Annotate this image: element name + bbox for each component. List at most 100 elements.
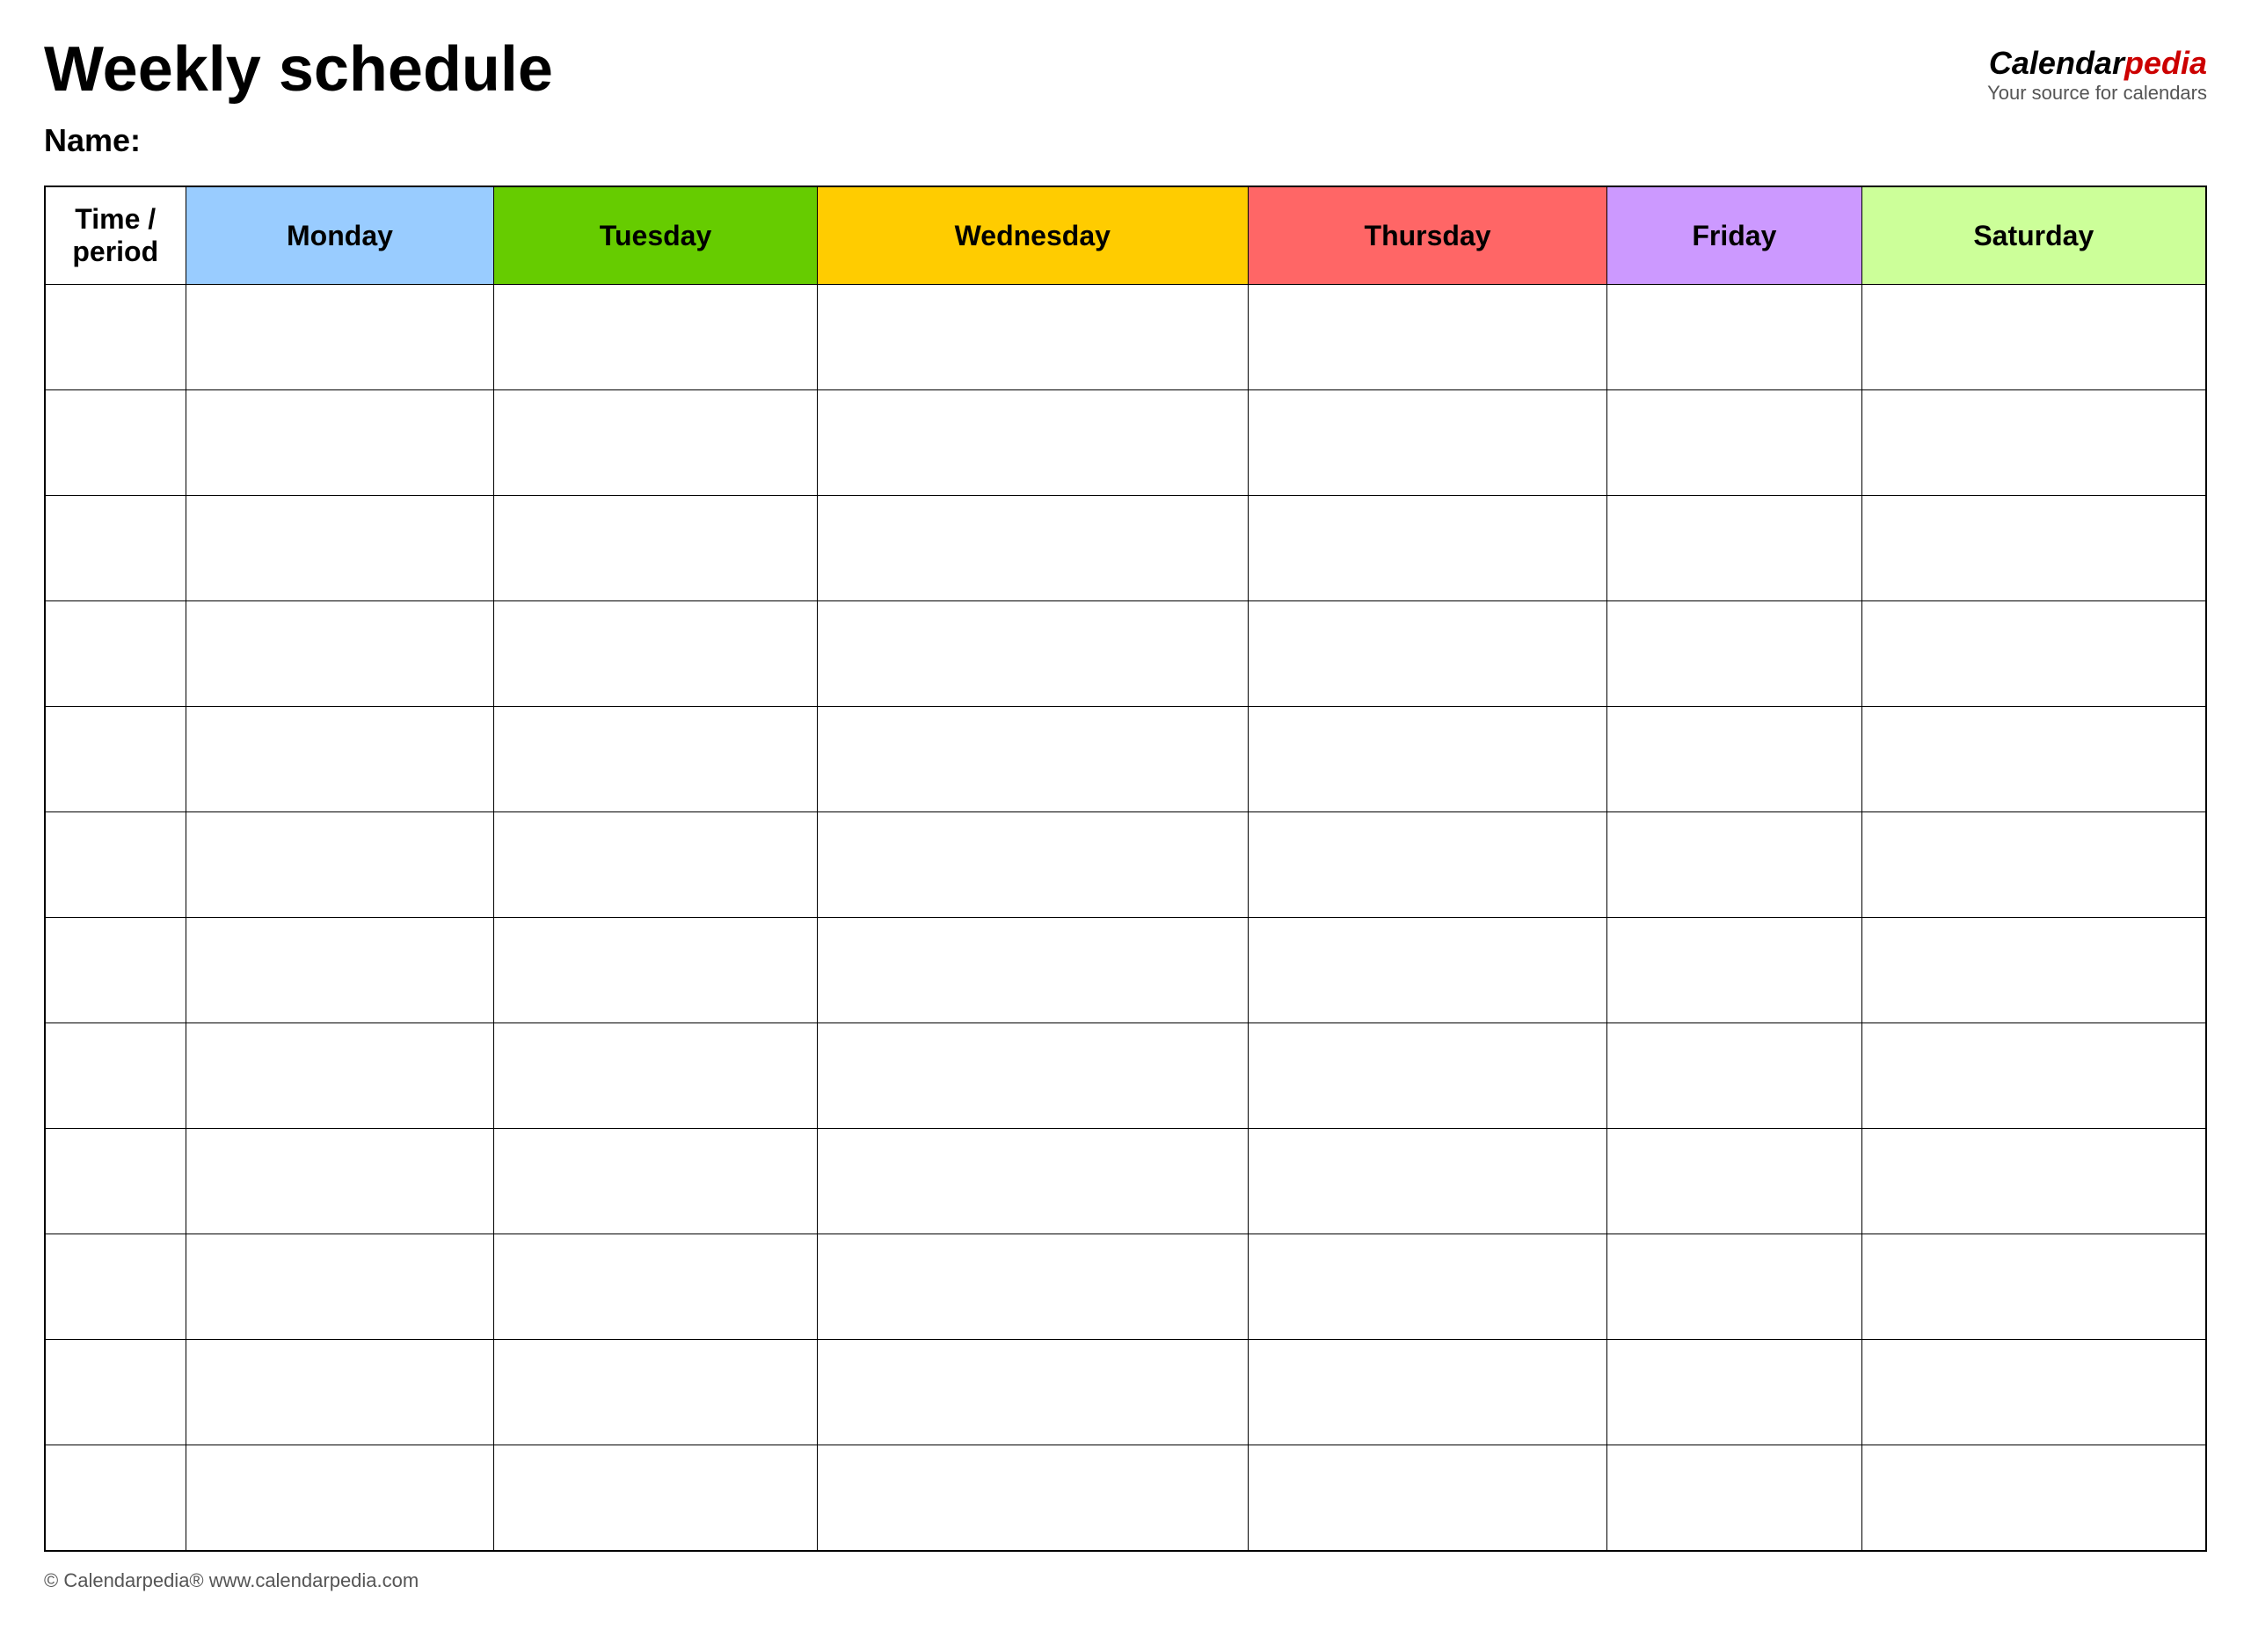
cell-row10-friday[interactable] <box>1607 1340 1861 1445</box>
col-header-saturday: Saturday <box>1861 186 2206 285</box>
cell-row0-friday[interactable] <box>1607 285 1861 390</box>
cell-row8-wednesday[interactable] <box>817 1129 1248 1234</box>
table-body <box>45 285 2206 1551</box>
cell-row5-time[interactable] <box>45 812 186 918</box>
table-row <box>45 601 2206 707</box>
cell-row7-friday[interactable] <box>1607 1023 1861 1129</box>
cell-row1-tuesday[interactable] <box>494 390 817 496</box>
cell-row7-thursday[interactable] <box>1248 1023 1606 1129</box>
cell-row0-saturday[interactable] <box>1861 285 2206 390</box>
cell-row3-saturday[interactable] <box>1861 601 2206 707</box>
cell-row5-monday[interactable] <box>186 812 494 918</box>
cell-row11-friday[interactable] <box>1607 1445 1861 1551</box>
cell-row5-wednesday[interactable] <box>817 812 1248 918</box>
cell-row5-saturday[interactable] <box>1861 812 2206 918</box>
cell-row0-tuesday[interactable] <box>494 285 817 390</box>
cell-row3-time[interactable] <box>45 601 186 707</box>
col-header-monday: Monday <box>186 186 494 285</box>
cell-row2-saturday[interactable] <box>1861 496 2206 601</box>
cell-row8-monday[interactable] <box>186 1129 494 1234</box>
cell-row11-wednesday[interactable] <box>817 1445 1248 1551</box>
table-row <box>45 1129 2206 1234</box>
footer: © Calendarpedia® www.calendarpedia.com <box>44 1569 2207 1592</box>
cell-row4-monday[interactable] <box>186 707 494 812</box>
cell-row8-tuesday[interactable] <box>494 1129 817 1234</box>
cell-row10-thursday[interactable] <box>1248 1340 1606 1445</box>
cell-row0-time[interactable] <box>45 285 186 390</box>
cell-row7-time[interactable] <box>45 1023 186 1129</box>
cell-row4-saturday[interactable] <box>1861 707 2206 812</box>
cell-row5-friday[interactable] <box>1607 812 1861 918</box>
logo-text: Calendarpedia <box>1987 44 2207 82</box>
cell-row6-tuesday[interactable] <box>494 918 817 1023</box>
cell-row11-thursday[interactable] <box>1248 1445 1606 1551</box>
cell-row4-thursday[interactable] <box>1248 707 1606 812</box>
cell-row11-tuesday[interactable] <box>494 1445 817 1551</box>
cell-row9-friday[interactable] <box>1607 1234 1861 1340</box>
cell-row2-friday[interactable] <box>1607 496 1861 601</box>
cell-row2-time[interactable] <box>45 496 186 601</box>
cell-row9-wednesday[interactable] <box>817 1234 1248 1340</box>
cell-row5-thursday[interactable] <box>1248 812 1606 918</box>
cell-row2-monday[interactable] <box>186 496 494 601</box>
cell-row3-monday[interactable] <box>186 601 494 707</box>
cell-row0-monday[interactable] <box>186 285 494 390</box>
cell-row4-tuesday[interactable] <box>494 707 817 812</box>
cell-row2-wednesday[interactable] <box>817 496 1248 601</box>
cell-row7-wednesday[interactable] <box>817 1023 1248 1129</box>
cell-row7-saturday[interactable] <box>1861 1023 2206 1129</box>
cell-row2-thursday[interactable] <box>1248 496 1606 601</box>
table-row <box>45 1340 2206 1445</box>
cell-row3-wednesday[interactable] <box>817 601 1248 707</box>
cell-row10-wednesday[interactable] <box>817 1340 1248 1445</box>
cell-row4-friday[interactable] <box>1607 707 1861 812</box>
table-header-row: Time / period Monday Tuesday Wednesday T… <box>45 186 2206 285</box>
table-row <box>45 1023 2206 1129</box>
cell-row1-friday[interactable] <box>1607 390 1861 496</box>
cell-row4-wednesday[interactable] <box>817 707 1248 812</box>
cell-row6-time[interactable] <box>45 918 186 1023</box>
cell-row10-time[interactable] <box>45 1340 186 1445</box>
cell-row7-tuesday[interactable] <box>494 1023 817 1129</box>
cell-row8-saturday[interactable] <box>1861 1129 2206 1234</box>
cell-row6-wednesday[interactable] <box>817 918 1248 1023</box>
cell-row7-monday[interactable] <box>186 1023 494 1129</box>
cell-row6-saturday[interactable] <box>1861 918 2206 1023</box>
cell-row8-friday[interactable] <box>1607 1129 1861 1234</box>
cell-row8-time[interactable] <box>45 1129 186 1234</box>
cell-row10-tuesday[interactable] <box>494 1340 817 1445</box>
cell-row3-thursday[interactable] <box>1248 601 1606 707</box>
cell-row11-time[interactable] <box>45 1445 186 1551</box>
cell-row9-tuesday[interactable] <box>494 1234 817 1340</box>
cell-row1-saturday[interactable] <box>1861 390 2206 496</box>
cell-row5-tuesday[interactable] <box>494 812 817 918</box>
cell-row1-time[interactable] <box>45 390 186 496</box>
table-row <box>45 1234 2206 1340</box>
cell-row8-thursday[interactable] <box>1248 1129 1606 1234</box>
cell-row2-tuesday[interactable] <box>494 496 817 601</box>
table-row <box>45 918 2206 1023</box>
cell-row1-wednesday[interactable] <box>817 390 1248 496</box>
cell-row10-saturday[interactable] <box>1861 1340 2206 1445</box>
cell-row9-monday[interactable] <box>186 1234 494 1340</box>
cell-row0-thursday[interactable] <box>1248 285 1606 390</box>
logo-calendar: Calendar <box>1989 45 2124 81</box>
cell-row6-thursday[interactable] <box>1248 918 1606 1023</box>
cell-row6-friday[interactable] <box>1607 918 1861 1023</box>
cell-row1-monday[interactable] <box>186 390 494 496</box>
cell-row3-friday[interactable] <box>1607 601 1861 707</box>
cell-row11-saturday[interactable] <box>1861 1445 2206 1551</box>
cell-row9-saturday[interactable] <box>1861 1234 2206 1340</box>
cell-row0-wednesday[interactable] <box>817 285 1248 390</box>
col-header-wednesday: Wednesday <box>817 186 1248 285</box>
table-row <box>45 390 2206 496</box>
cell-row4-time[interactable] <box>45 707 186 812</box>
cell-row9-time[interactable] <box>45 1234 186 1340</box>
col-header-friday: Friday <box>1607 186 1861 285</box>
cell-row6-monday[interactable] <box>186 918 494 1023</box>
cell-row9-thursday[interactable] <box>1248 1234 1606 1340</box>
cell-row11-monday[interactable] <box>186 1445 494 1551</box>
cell-row1-thursday[interactable] <box>1248 390 1606 496</box>
cell-row10-monday[interactable] <box>186 1340 494 1445</box>
cell-row3-tuesday[interactable] <box>494 601 817 707</box>
